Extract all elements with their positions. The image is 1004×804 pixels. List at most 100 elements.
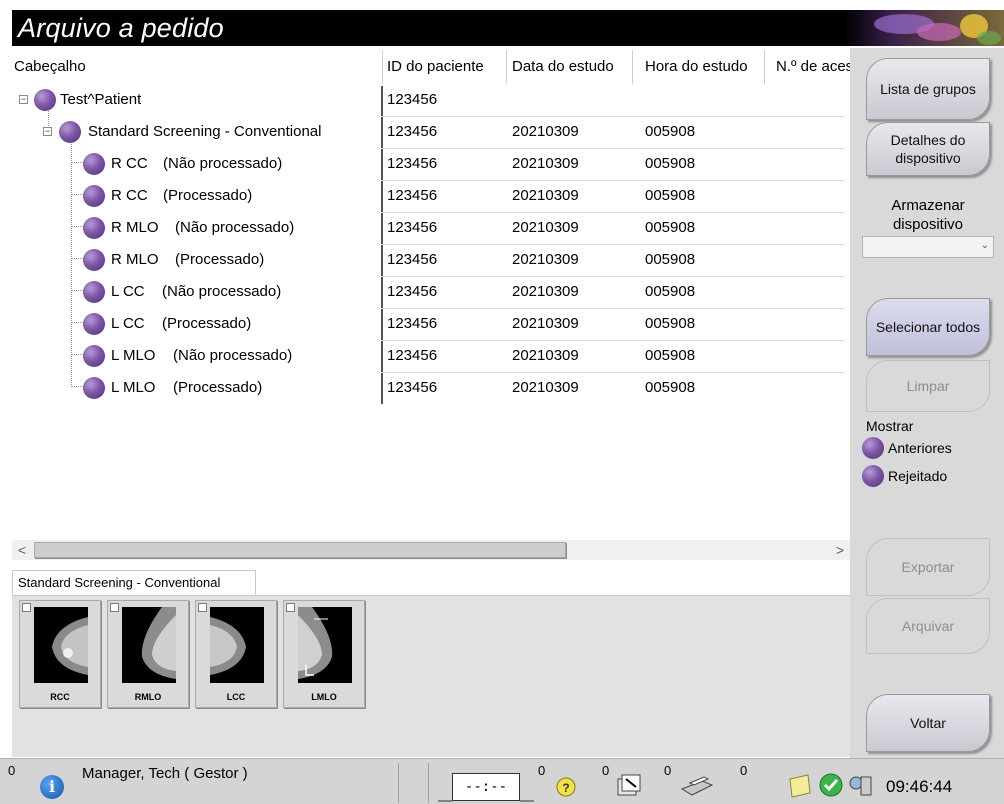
row-name: R CC [111,155,148,172]
help-icon[interactable]: ? [552,771,582,799]
column-header-accession-number[interactable]: N.º de acesso [776,48,850,86]
row-status: (Não processado) [162,283,282,300]
row-study-time: 005908 [645,251,696,268]
row-patient-id: 123456 [387,347,438,364]
select-all-button[interactable]: Selecionar todos [866,298,990,356]
info-icon[interactable]: i [40,775,64,799]
status-separator [398,763,399,803]
column-separator[interactable] [382,50,383,84]
row-status: (Não processado) [175,219,295,236]
table-row-image[interactable]: L MLO (Processado) 123456 20210309 00590… [12,372,850,404]
table-row-patient[interactable]: − Test^Patient 123456 [12,84,850,116]
scrollbar-thumb[interactable] [34,542,566,558]
show-priors-toggle[interactable]: Anteriores [862,436,952,460]
count-2: 0 [602,763,610,778]
window-title: Arquivo a pedido [18,13,224,43]
system-status-icon[interactable] [846,771,876,799]
row-name: L CC [111,315,145,332]
row-study-date: 20210309 [512,347,579,364]
column-header-heading[interactable]: Cabeçalho [14,48,380,86]
clear-button[interactable]: Limpar [866,360,990,412]
back-button[interactable]: Voltar [866,694,990,752]
row-status: (Processado) [162,315,252,332]
group-list-button[interactable]: Lista de grupos [866,58,990,120]
column-header-study-date[interactable]: Data do estudo [512,48,630,86]
row-patient-id: 123456 [387,187,438,204]
horizontal-scrollbar[interactable]: < > [12,540,850,560]
storage-device-label: Armazenar dispositivo [891,197,965,233]
table-row-image[interactable]: L CC (Processado) 123456 20210309 005908 [12,308,850,340]
scroll-left-arrow-icon[interactable]: < [12,540,32,560]
row-patient-id: 123456 [387,283,438,300]
count-3: 0 [664,763,672,778]
row-name: Standard Screening - Conventional [88,123,322,140]
table-row-image[interactable]: R MLO (Processado) 123456 20210309 00590… [12,244,850,276]
notes-icon[interactable] [784,771,814,799]
storage-device-select[interactable]: ⌄ [862,236,994,258]
film-device-icon[interactable] [614,771,644,799]
study-tree-table: Cabeçalho ID do paciente Data do estudo … [12,48,850,566]
row-study-date: 20210309 [512,283,579,300]
table-row-study[interactable]: − Standard Screening - Conventional 1234… [12,116,850,148]
mammogram-rcc-image [34,607,88,683]
thumbnail-tab[interactable]: Standard Screening - Conventional [12,570,256,596]
thumbnail-checkbox[interactable] [110,603,119,612]
column-separator[interactable] [506,50,507,84]
table-row-image[interactable]: L MLO (Não processado) 123456 20210309 0… [12,340,850,372]
row-name: R MLO [111,219,159,236]
row-name: L CC [111,283,145,300]
image-status-icon [83,217,105,239]
table-row-image[interactable]: R CC (Processado) 123456 20210309 005908 [12,180,850,212]
archive-button[interactable]: Arquivar [866,598,990,654]
column-separator[interactable] [764,50,765,84]
thumbnail-rmlo[interactable]: RMLO [107,600,189,708]
user-name[interactable]: Manager, Tech ( Gestor ) [82,765,248,782]
row-study-date: 20210309 [512,155,579,172]
show-rejected-label: Rejeitado [888,468,948,484]
table-row-image[interactable]: R MLO (Não processado) 123456 20210309 0… [12,212,850,244]
row-status: (Não processado) [163,155,283,172]
check-status-icon[interactable] [816,771,846,799]
thumbnail-lcc[interactable]: LCC [195,600,277,708]
row-study-date: 20210309 [512,123,579,140]
priors-toggle-icon [862,437,884,459]
study-status-icon [59,121,81,143]
printer-icon[interactable] [676,771,716,799]
table-row-image[interactable]: L CC (Não processado) 123456 20210309 00… [12,276,850,308]
thumbnail-rcc[interactable]: RCC [19,600,101,708]
row-patient-id: 123456 [387,379,438,396]
image-status-icon [83,313,105,335]
row-study-time: 005908 [645,187,696,204]
column-header-study-time[interactable]: Hora do estudo [645,48,763,86]
alert-count: 0 [8,763,16,778]
scroll-right-arrow-icon[interactable]: > [830,540,850,560]
thumbnail-checkbox[interactable] [22,603,31,612]
chevron-down-icon: ⌄ [980,240,989,251]
row-name: L MLO [111,379,156,396]
status-bar: 0 i Manager, Tech ( Gestor ) --:-- 0 ? 0… [0,758,1004,804]
row-study-time: 005908 [645,315,696,332]
table-row-image[interactable]: R CC (Não processado) 123456 20210309 00… [12,148,850,180]
row-name: R MLO [111,251,159,268]
row-patient-id: 123456 [387,123,438,140]
image-status-icon [83,153,105,175]
clock-time: 09:46:44 [886,777,953,796]
thumbnail-checkbox[interactable] [286,603,295,612]
row-study-time: 005908 [645,219,696,236]
row-study-date: 20210309 [512,379,579,396]
column-header-patient-id[interactable]: ID do paciente [387,48,505,86]
row-patient-id: 123456 [387,219,438,236]
device-details-button[interactable]: Detalhes do dispositivo [866,122,990,176]
column-separator[interactable] [632,50,633,84]
thumbnail-lmlo[interactable]: LMLO [283,600,365,708]
svg-text:?: ? [562,781,569,795]
show-label: Mostrar [866,418,914,434]
row-status: (Processado) [163,187,253,204]
collapse-toggle-icon[interactable]: − [19,95,28,104]
row-name: Test^Patient [60,91,142,108]
show-rejected-toggle[interactable]: Rejeitado [862,464,947,488]
thumbnail-checkbox[interactable] [198,603,207,612]
export-button[interactable]: Exportar [866,538,990,596]
row-study-time: 005908 [645,123,696,140]
collapse-toggle-icon[interactable]: − [43,127,52,136]
